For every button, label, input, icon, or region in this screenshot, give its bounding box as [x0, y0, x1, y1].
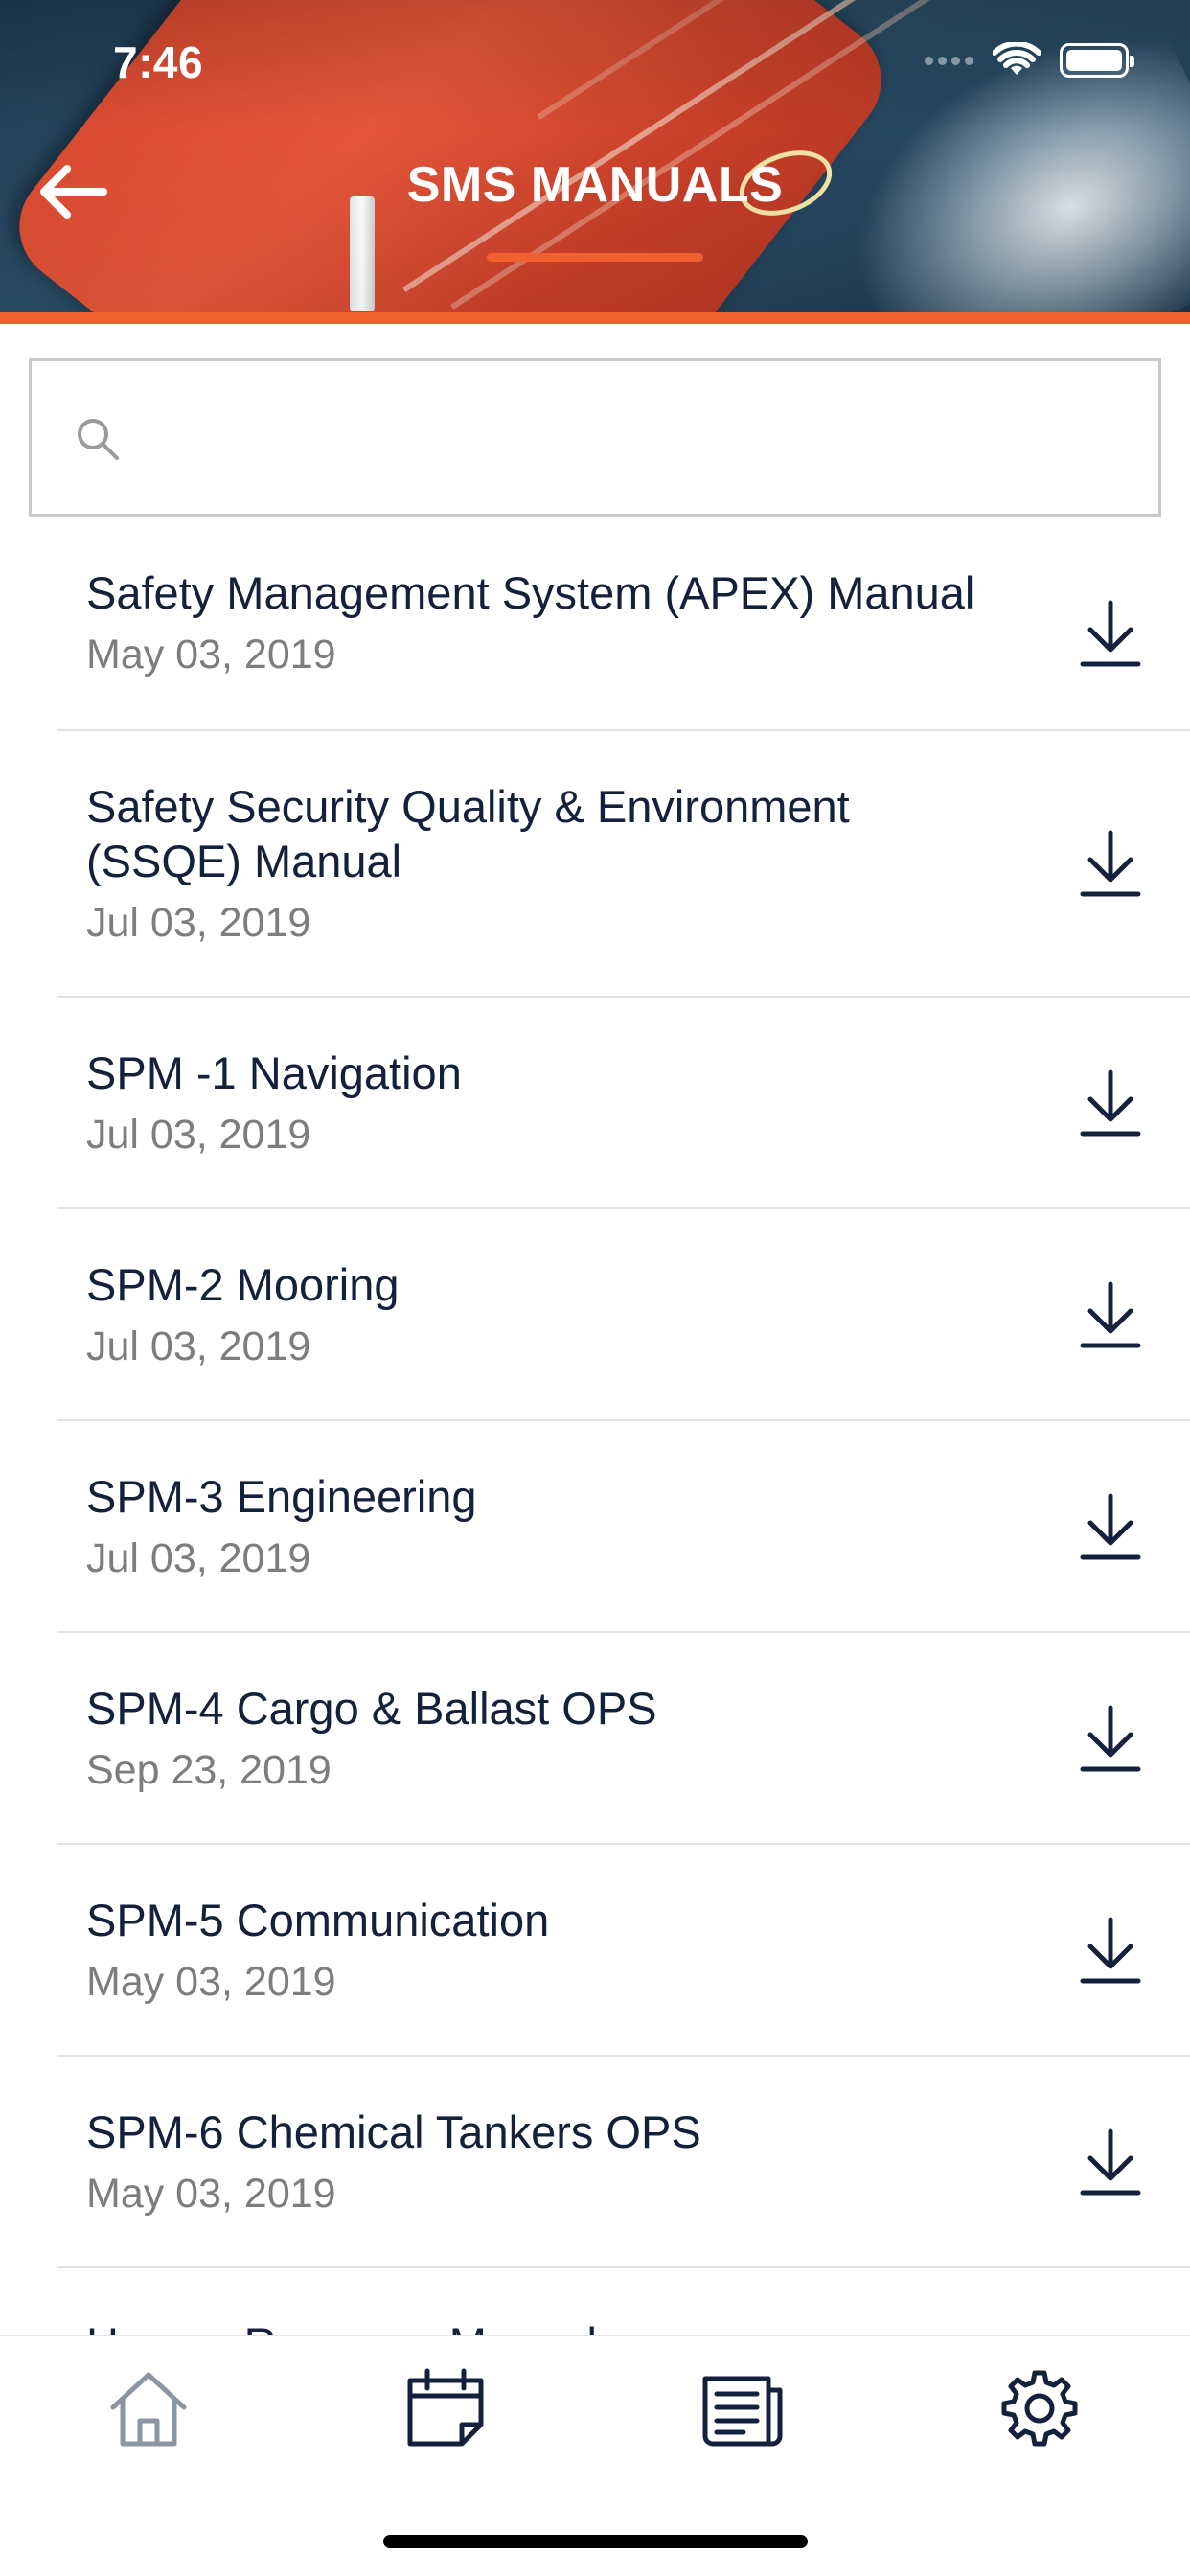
search-input[interactable]	[145, 400, 1122, 476]
item-date: May 03, 2019	[86, 2171, 336, 2217]
list-item-human-resource[interactable]: Human Resource Manual	[57, 2268, 1190, 2334]
item-title: SPM -1 Navigation	[86, 1047, 462, 1098]
item-title: SPM-5 Communication	[86, 1895, 550, 1945]
list-item-apex-manual[interactable]: Safety Management System (APEX) Manual M…	[57, 537, 1190, 731]
item-date: May 03, 2019	[86, 1959, 336, 2005]
download-icon[interactable]	[1079, 1490, 1142, 1563]
item-date: May 03, 2019	[86, 632, 336, 678]
newspaper-icon[interactable]	[699, 2365, 786, 2451]
list-item-spm1-navigation[interactable]: SPM -1 Navigation Jul 03, 2019	[57, 998, 1190, 1209]
list-item-spm3-engineering[interactable]: SPM-3 Engineering Jul 03, 2019	[57, 1421, 1190, 1633]
item-title: Safety Security Quality & Environment (S…	[86, 781, 850, 886]
download-icon[interactable]	[1079, 1067, 1142, 1139]
item-date: Jul 03, 2019	[86, 1323, 311, 1369]
item-title: SPM-2 Mooring	[86, 1259, 400, 1310]
wifi-icon	[993, 42, 1041, 75]
download-icon[interactable]	[1079, 827, 1142, 900]
item-date: Jul 03, 2019	[86, 1535, 311, 1581]
item-title: SPM-6 Chemical Tankers OPS	[86, 2106, 701, 2157]
item-title: SPM-4 Cargo & Ballast OPS	[86, 1683, 657, 1734]
header-banner: 7:46 SMS MANUALS	[0, 0, 1190, 324]
search-box[interactable]	[29, 358, 1161, 517]
home-indicator	[383, 2535, 808, 2548]
list-item-spm4-cargo[interactable]: SPM-4 Cargo & Ballast OPS Sep 23, 2019	[57, 1633, 1190, 1845]
item-title: Safety Management System (APEX) Manual	[86, 567, 975, 618]
download-icon[interactable]	[1079, 2126, 1142, 2198]
search-icon	[78, 419, 119, 460]
download-icon[interactable]	[1079, 1278, 1142, 1351]
list-item-ssqe-manual[interactable]: Safety Security Quality & Environment (S…	[57, 731, 1190, 998]
status-time: 7:46	[113, 37, 204, 87]
battery-icon	[1060, 43, 1134, 78]
gear-icon[interactable]	[996, 2365, 1083, 2451]
list-item-spm6-chemical[interactable]: SPM-6 Chemical Tankers OPS May 03, 2019	[57, 2057, 1190, 2268]
home-icon[interactable]	[105, 2365, 192, 2451]
download-icon[interactable]	[1079, 1914, 1142, 1987]
item-title: SPM-3 Engineering	[86, 1471, 477, 1522]
item-title: Human Resource Manual	[86, 2316, 998, 2334]
header-accent-bar	[0, 312, 1190, 324]
download-icon[interactable]	[1079, 1702, 1142, 1775]
item-date: Jul 03, 2019	[86, 1112, 311, 1158]
signal-icon	[925, 56, 973, 65]
page-title: SMS MANUALS	[406, 157, 784, 213]
list-item-spm2-mooring[interactable]: SPM-2 Mooring Jul 03, 2019	[57, 1209, 1190, 1421]
download-icon[interactable]	[1079, 597, 1142, 670]
manual-list: Safety Management System (APEX) Manual M…	[0, 537, 1190, 2334]
calendar-icon[interactable]	[402, 2365, 489, 2451]
title-underline	[487, 253, 703, 262]
list-item-spm5-communication[interactable]: SPM-5 Communication May 03, 2019	[57, 1845, 1190, 2057]
status-icons	[925, 42, 1134, 79]
item-date: Sep 23, 2019	[86, 1747, 332, 1793]
item-date: Jul 03, 2019	[86, 900, 311, 946]
